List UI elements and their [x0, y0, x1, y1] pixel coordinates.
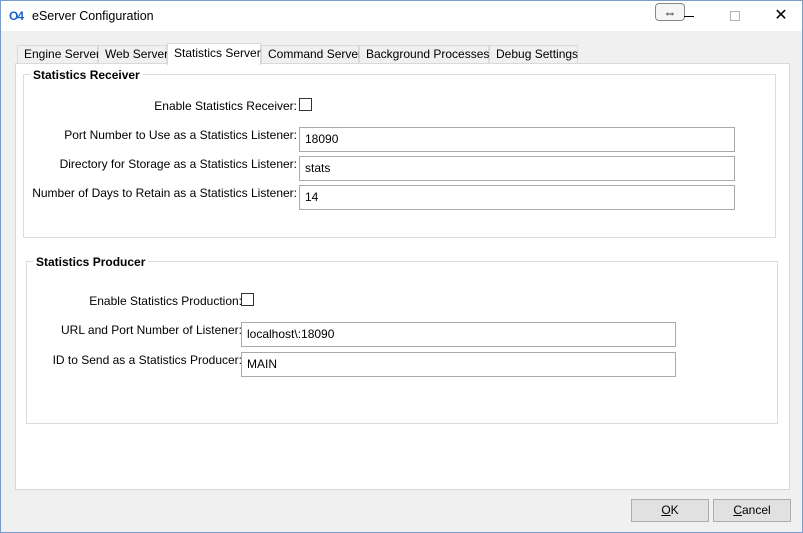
retain-days-input[interactable]: 14 [299, 185, 735, 210]
listener-url-input[interactable]: localhost\:18090 [241, 322, 676, 347]
statistics-producer-title: Statistics Producer [33, 255, 149, 269]
close-icon: ✕ [774, 7, 788, 24]
cancel-mnemonic: C [733, 503, 742, 517]
minimize-button[interactable] [666, 1, 712, 31]
close-button[interactable]: ✕ [758, 1, 803, 31]
statistics-server-panel: Statistics Receiver Enable Statistics Re… [15, 63, 790, 490]
tab-background-processes[interactable]: Background Processes [359, 45, 489, 64]
port-label: Port Number to Use as a Statistics Liste… [64, 128, 297, 142]
window-title: eServer Configuration [32, 9, 154, 23]
cancel-button[interactable]: Cancel [713, 499, 791, 522]
directory-label: Directory for Storage as a Statistics Li… [59, 157, 297, 171]
title-bar[interactable]: O4 eServer Configuration ⇔ ✕ [1, 1, 802, 31]
producer-id-input[interactable]: MAIN [241, 352, 676, 377]
maximize-icon [730, 11, 740, 21]
enable-production-checkbox[interactable] [241, 293, 254, 306]
tab-statistics-server[interactable]: Statistics Server [167, 43, 261, 65]
minimize-icon [684, 15, 694, 17]
enable-production-label: Enable Statistics Production: [89, 294, 242, 308]
cancel-label: ancel [741, 503, 771, 517]
producer-id-label: ID to Send as a Statistics Producer: [52, 353, 242, 367]
enable-receiver-checkbox[interactable] [299, 98, 312, 111]
statistics-receiver-title: Statistics Receiver [30, 68, 143, 82]
ok-mnemonic: O [661, 503, 671, 517]
port-input[interactable]: 18090 [299, 127, 735, 152]
config-window: O4 eServer Configuration ⇔ ✕ Engine Serv… [0, 0, 803, 533]
tab-debug-settings[interactable]: Debug Settings [489, 45, 578, 64]
statistics-producer-group: Statistics Producer Enable Statistics Pr… [26, 255, 778, 424]
statistics-receiver-group: Statistics Receiver Enable Statistics Re… [23, 68, 776, 238]
ok-label: K [670, 503, 679, 517]
listener-url-label: URL and Port Number of Listener: [61, 323, 242, 337]
tab-command-server[interactable]: Command Server [261, 45, 362, 64]
app-logo-icon: O4 [9, 9, 24, 23]
retain-days-label: Number of Days to Retain as a Statistics… [32, 186, 297, 200]
maximize-button [712, 1, 758, 31]
ok-button[interactable]: OK [631, 499, 709, 522]
directory-input[interactable]: stats [299, 156, 735, 181]
enable-receiver-label: Enable Statistics Receiver: [154, 99, 297, 113]
tab-engine-server[interactable]: Engine Server [17, 45, 100, 64]
tab-web-server[interactable]: Web Server [98, 45, 168, 64]
